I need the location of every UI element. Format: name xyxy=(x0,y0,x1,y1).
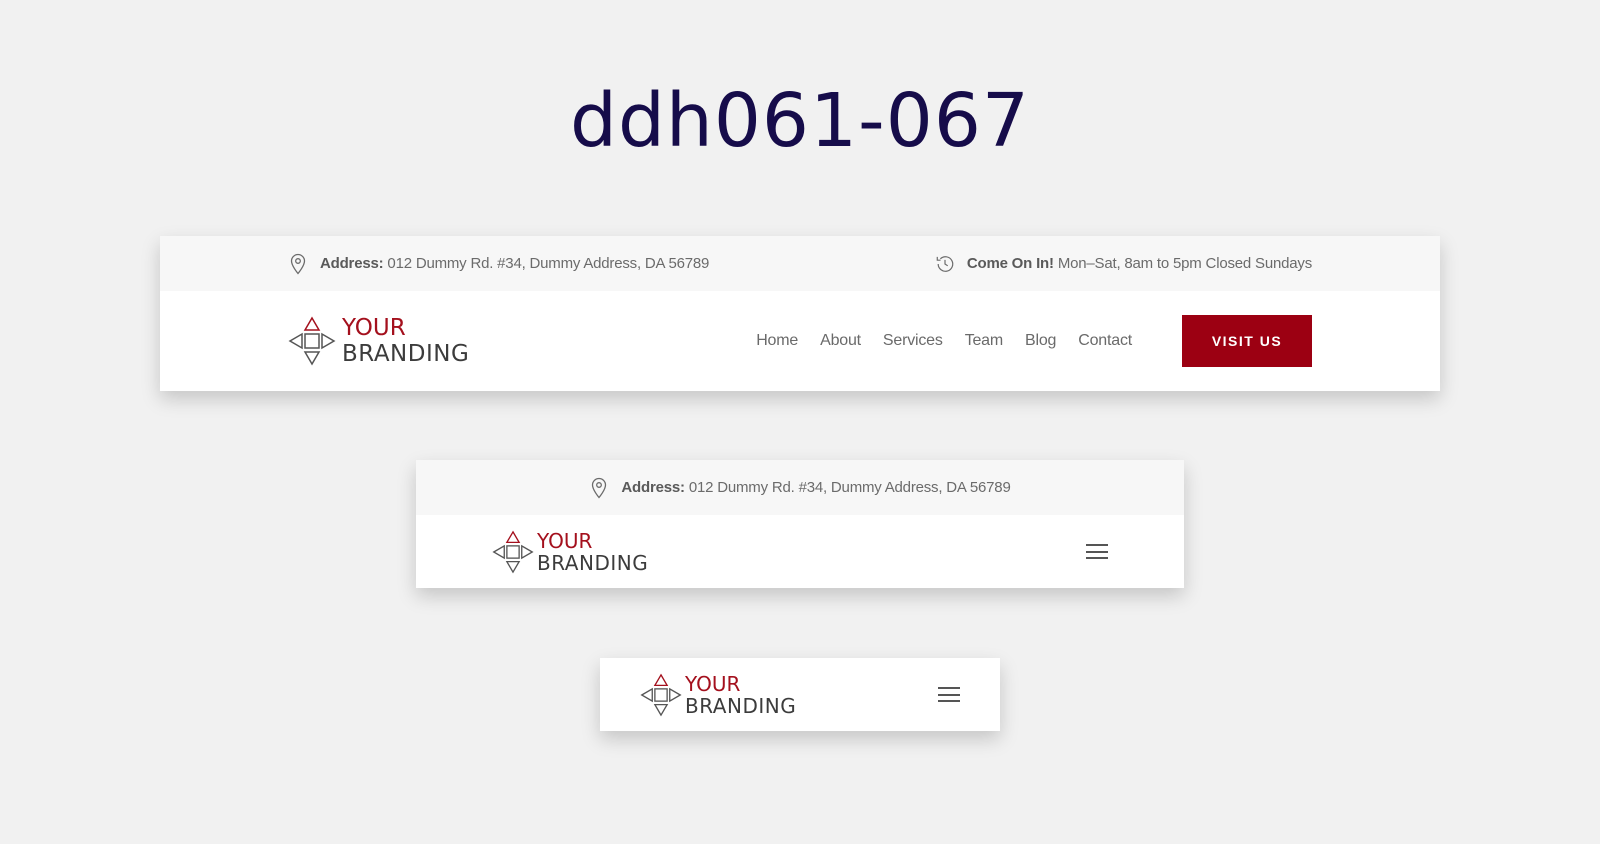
main-nav-bar: YOUR BRANDING xyxy=(600,658,1000,731)
map-pin-icon xyxy=(589,477,609,499)
main-nav-bar: YOUR BRANDING xyxy=(416,515,1184,588)
history-clock-icon xyxy=(935,253,955,275)
desktop-header-preview: Address: 012 Dummy Rd. #34, Dummy Addres… xyxy=(160,236,1440,391)
top-info-bar: Address: 012 Dummy Rd. #34, Dummy Addres… xyxy=(160,236,1440,291)
visit-us-button[interactable]: VISIT US xyxy=(1182,315,1312,367)
brand-logo[interactable]: YOUR BRANDING xyxy=(640,673,796,717)
nav-contact[interactable]: Contact xyxy=(1078,332,1132,350)
main-nav-bar: YOUR BRANDING Home About Services Team B… xyxy=(160,291,1440,391)
nav-about[interactable]: About xyxy=(820,332,861,350)
address-label: Address: xyxy=(320,255,384,272)
diamond-arrows-logo-icon xyxy=(288,316,336,366)
hamburger-menu-icon[interactable] xyxy=(938,687,960,702)
mobile-header-preview: YOUR BRANDING xyxy=(600,658,1000,731)
hamburger-menu-icon[interactable] xyxy=(1086,544,1108,559)
logo-line2: BRANDING xyxy=(342,340,470,367)
main-nav: Home About Services Team Blog Contact VI… xyxy=(734,315,1312,367)
nav-blog[interactable]: Blog xyxy=(1025,332,1056,350)
address-info: Address: 012 Dummy Rd. #34, Dummy Addres… xyxy=(589,477,1011,499)
nav-home[interactable]: Home xyxy=(756,332,798,350)
logo-line1: YOUR xyxy=(685,671,741,696)
address-text: 012 Dummy Rd. #34, Dummy Address, DA 567… xyxy=(688,479,1011,496)
logo-line2: BRANDING xyxy=(537,550,649,575)
page-title: ddh061-067 xyxy=(569,78,1031,164)
map-pin-icon xyxy=(288,253,308,275)
tablet-header-preview: Address: 012 Dummy Rd. #34, Dummy Addres… xyxy=(416,460,1184,588)
diamond-arrows-logo-icon xyxy=(492,530,534,573)
brand-logo[interactable]: YOUR BRANDING xyxy=(288,316,469,366)
logo-line1: YOUR xyxy=(537,528,593,553)
logo-line2: BRANDING xyxy=(685,693,797,718)
hours-text: Mon–Sat, 8am to 5pm Closed Sundays xyxy=(1057,255,1312,272)
address-info: Address: 012 Dummy Rd. #34, Dummy Addres… xyxy=(288,253,709,275)
address-text: 012 Dummy Rd. #34, Dummy Address, DA 567… xyxy=(387,255,710,272)
address-label: Address: xyxy=(621,479,685,496)
brand-logo[interactable]: YOUR BRANDING xyxy=(492,530,648,574)
top-info-bar: Address: 012 Dummy Rd. #34, Dummy Addres… xyxy=(416,460,1184,515)
hours-info: Come On In! Mon–Sat, 8am to 5pm Closed S… xyxy=(935,253,1312,275)
diamond-arrows-logo-icon xyxy=(640,673,682,716)
nav-services[interactable]: Services xyxy=(883,332,943,350)
logo-line1: YOUR xyxy=(342,314,406,341)
hours-label: Come On In! xyxy=(966,255,1054,272)
nav-team[interactable]: Team xyxy=(965,332,1004,350)
